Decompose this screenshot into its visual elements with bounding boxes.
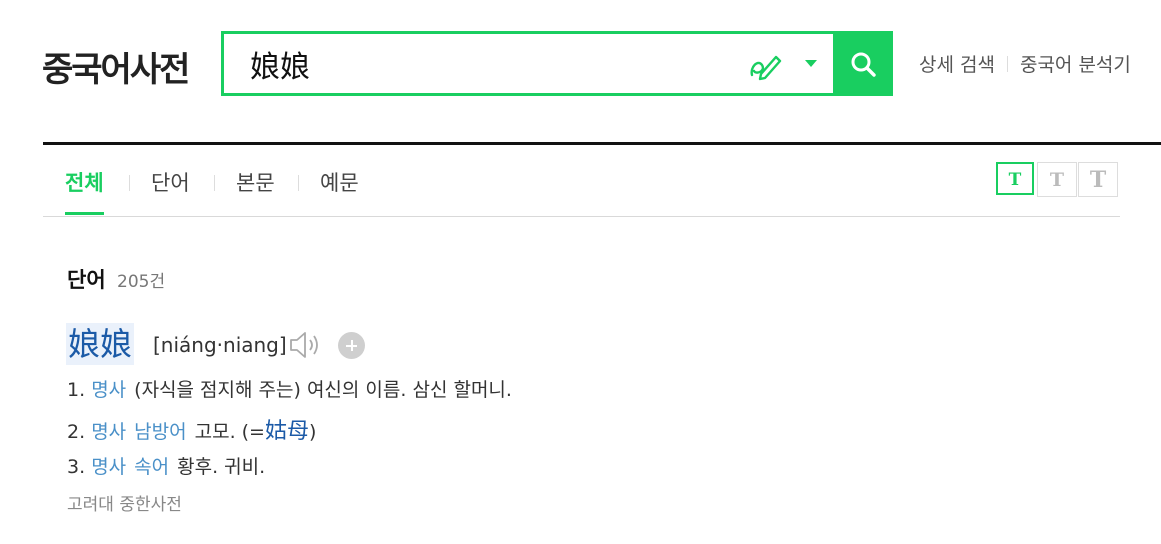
part-of-speech[interactable]: 명사 bbox=[91, 421, 126, 443]
search-button[interactable] bbox=[833, 31, 893, 96]
definition-text: 황후. 귀비. bbox=[177, 456, 266, 478]
definition-number: 3. bbox=[67, 456, 86, 478]
handwriting-pen-icon[interactable] bbox=[748, 49, 782, 81]
font-size-small-button[interactable]: T bbox=[996, 162, 1034, 195]
top-links: 상세 검색 중국어 분석기 bbox=[919, 50, 1131, 77]
search-box bbox=[221, 31, 839, 96]
search-icon bbox=[851, 52, 876, 77]
tab-words[interactable]: 단어 bbox=[151, 167, 190, 215]
font-size-medium-button[interactable]: T bbox=[1037, 162, 1077, 197]
definition-text: (자식을 점지해 주는) 여신의 이름. 삼신 할머니. bbox=[134, 379, 512, 401]
tab-examples[interactable]: 예문 bbox=[320, 167, 359, 215]
related-word-link[interactable]: 姑母 bbox=[265, 419, 309, 444]
search-input[interactable] bbox=[250, 46, 720, 82]
font-size-large-button[interactable]: T bbox=[1078, 162, 1118, 197]
part-of-speech[interactable]: 명사 bbox=[91, 379, 126, 401]
pinyin: [niáng·niang] bbox=[153, 333, 287, 357]
chinese-analyzer-link[interactable]: 중국어 분석기 bbox=[1020, 54, 1131, 76]
definition-number: 1. bbox=[67, 379, 86, 401]
definition-text: 고모. (= bbox=[194, 421, 265, 443]
definition-suffix: ) bbox=[309, 421, 317, 443]
tab-all[interactable]: 전체 bbox=[65, 167, 104, 215]
definition-3: 3. 명사 속어 황후. 귀비. bbox=[67, 452, 265, 479]
dictionary-source[interactable]: 고려대 중한사전 bbox=[67, 490, 182, 515]
definition-2: 2. 명사 남방어 고모. (=姑母) bbox=[67, 413, 316, 445]
result-count: 205건 bbox=[117, 272, 166, 292]
tab-divider bbox=[298, 175, 299, 191]
definition-1: 1. 명사 (자식을 점지해 주는) 여신의 이름. 삼신 할머니. bbox=[67, 375, 512, 402]
dictionary-logo[interactable]: 중국어사전 bbox=[42, 42, 190, 91]
divider bbox=[1006, 56, 1008, 72]
detailed-search-link[interactable]: 상세 검색 bbox=[919, 54, 995, 76]
usage-region[interactable]: 남방어 bbox=[134, 421, 186, 443]
tab-divider bbox=[129, 175, 130, 191]
section-title: 단어 bbox=[67, 268, 106, 292]
tab-body[interactable]: 본문 bbox=[236, 167, 275, 215]
usage-register[interactable]: 속어 bbox=[134, 456, 169, 478]
tab-divider bbox=[214, 175, 215, 191]
result-tabs: 전체 단어 본문 예문 bbox=[43, 145, 1120, 217]
chevron-down-icon[interactable] bbox=[804, 59, 818, 69]
entry-headword[interactable]: 娘娘 bbox=[66, 323, 135, 365]
part-of-speech[interactable]: 명사 bbox=[91, 456, 126, 478]
plus-circle-icon[interactable] bbox=[338, 332, 365, 359]
definition-number: 2. bbox=[67, 421, 86, 443]
speaker-icon[interactable] bbox=[288, 330, 322, 360]
